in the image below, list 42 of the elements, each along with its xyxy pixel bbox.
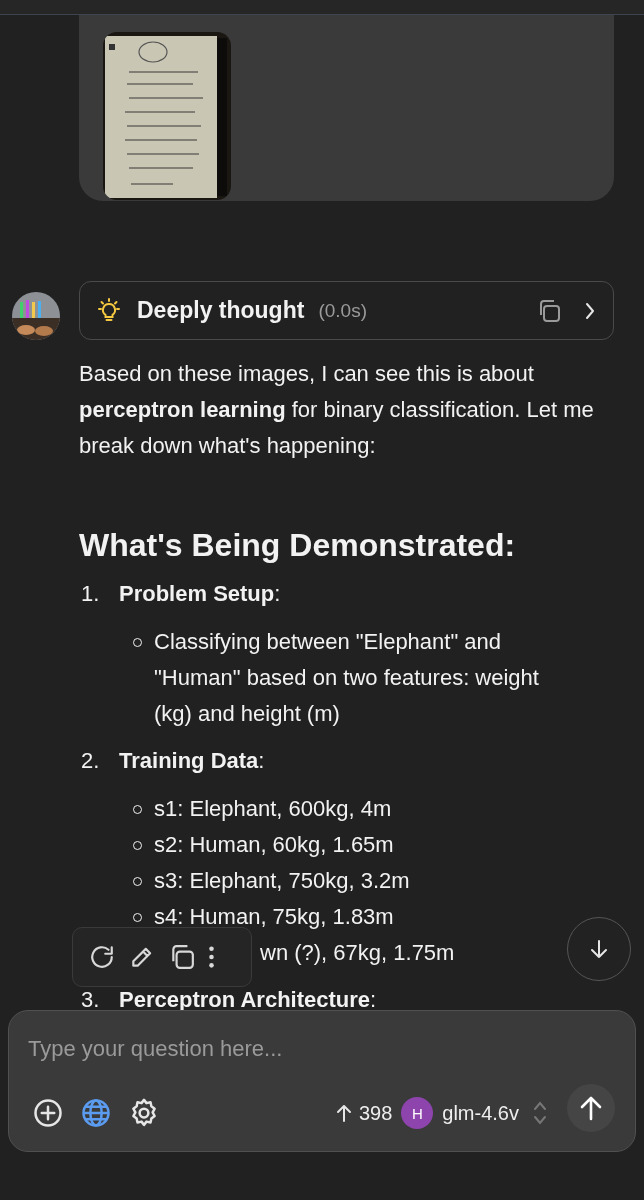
lightbulb-icon [96,297,122,324]
question-input[interactable]: Type your question here... [28,1031,588,1067]
section-heading: What's Being Demonstrated: [79,526,517,565]
plus-icon [33,1098,63,1128]
updown-chevron-icon[interactable] [533,1100,547,1126]
message-paragraph: Based on these images, I can see this is about perceptron learning for binary classification. Let me break down what's happening: [79,360,595,460]
list-item-text: s3: Elephant, 750kg, 3.2m [154,867,411,895]
list-item-title: Perceptron Architecture: [119,986,377,1014]
list-item-text: s1: Elephant, 600kg, 4m [154,795,393,823]
settings-button[interactable] [129,1098,159,1128]
web-search-button[interactable] [81,1098,111,1128]
list-item-title: Problem Setup: [119,580,281,608]
arrow-up-icon [579,1095,603,1121]
list-item-text: wn (?), 67kg, 1.75m [260,939,455,967]
model-name[interactable]: glm-4.6v [442,1101,519,1125]
refresh-icon [89,944,115,970]
thought-label: Deeply thought [137,297,305,324]
list-number: 2. [80,747,101,775]
list-item-text: s2: Human, 60kg, 1.65m [154,831,395,859]
copy-icon [169,944,195,970]
list-item-title: Training Data: [119,747,265,775]
arrow-down-icon [588,938,610,960]
copy-icon [537,298,561,323]
token-count: 398 [358,1101,393,1125]
thought-duration: (0.0s) [318,299,367,322]
more-icon [209,944,214,970]
model-avatar: H [401,1097,434,1129]
arrow-up-icon [334,1103,353,1123]
list-item-text: Classifying between "Elephant" and "Human" based on two features: weight (kg) and height (m) [154,628,540,728]
settings-icon [129,1098,159,1128]
send-button[interactable] [567,1084,615,1132]
list-number: 3. [80,986,101,1014]
attach-button[interactable] [33,1098,63,1128]
regenerate-button[interactable] [89,944,115,970]
more-button[interactable] [209,944,214,970]
thought-panel[interactable]: Deeply thought (0.0s) [79,281,614,340]
copy-button[interactable] [537,298,561,323]
list-number: 1. [80,580,101,608]
copy-button[interactable] [169,944,195,970]
globe-icon [81,1098,111,1128]
expand-button[interactable] [583,301,597,320]
list-item-text: s4: Human, 75kg, 1.83m [154,903,395,931]
